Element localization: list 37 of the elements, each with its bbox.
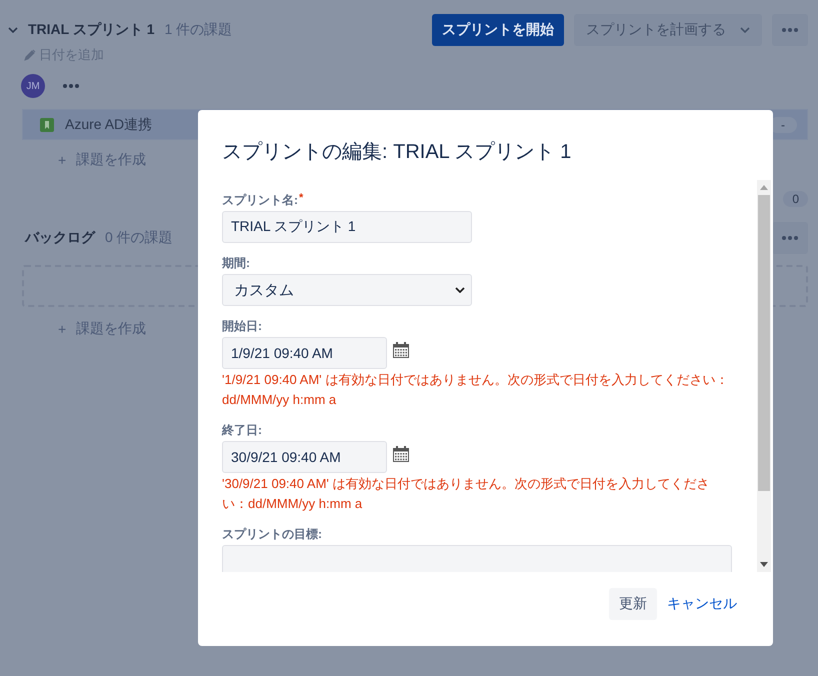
- more-icon: [63, 84, 79, 88]
- avatar[interactable]: JM: [21, 74, 45, 98]
- field-label: スプリント名:*: [222, 192, 304, 209]
- dialog-title: スプリントの編集: TRIAL スプリント 1: [221, 140, 572, 165]
- chevron-down-icon: [455, 287, 465, 293]
- more-icon: [782, 28, 798, 32]
- text-field[interactable]: TRIAL スプリント 1: [222, 211, 472, 243]
- calendar-icon: [393, 446, 409, 462]
- chevron-down-icon: [8, 27, 18, 33]
- more-icon: [782, 236, 798, 240]
- date-field[interactable]: 1/9/21 09:40 AM: [222, 337, 387, 369]
- field-label: 終了日:: [222, 422, 263, 439]
- update-button[interactable]: 更新: [609, 588, 657, 620]
- start-sprint-button[interactable]: スプリントを開始: [432, 14, 564, 46]
- cancel-link[interactable]: キャンセル: [665, 588, 739, 620]
- scrollbar[interactable]: [757, 180, 771, 572]
- chevron-down-icon: [740, 27, 750, 33]
- select-field[interactable]: カスタム: [222, 274, 472, 306]
- points-badge: 0: [783, 191, 808, 207]
- scroll-up-icon: [760, 185, 768, 190]
- field-label: 開始日:: [222, 318, 263, 335]
- issue-count: 0 件の課題: [105, 229, 173, 247]
- error-message: '1/9/21 09:40 AM' は有効な日付ではありません。次の形式で日付を入力してください：dd/MMM/yy h:mm a: [222, 371, 730, 409]
- backlog-title: バックログ: [25, 229, 95, 247]
- date-field[interactable]: 30/9/21 09:40 AM: [222, 441, 387, 473]
- field-label: 期間:: [222, 255, 251, 272]
- pencil-icon: [24, 49, 36, 61]
- issue-count: 1 件の課題: [164, 21, 232, 39]
- more-button[interactable]: [772, 222, 808, 254]
- calendar-icon: [393, 342, 409, 358]
- required-mark: *: [299, 192, 304, 204]
- issue-summary: Azure AD連携: [65, 116, 154, 134]
- story-icon: [40, 118, 54, 132]
- scroll-down-icon: [760, 562, 768, 567]
- field-label: スプリントの目標:: [222, 526, 323, 543]
- error-message: '30/9/21 09:40 AM' は有効な日付ではありません。次の形式で日付を入力してください：dd/MMM/yy h:mm a: [222, 475, 710, 513]
- sprint-title: TRIAL スプリント 1: [28, 21, 155, 39]
